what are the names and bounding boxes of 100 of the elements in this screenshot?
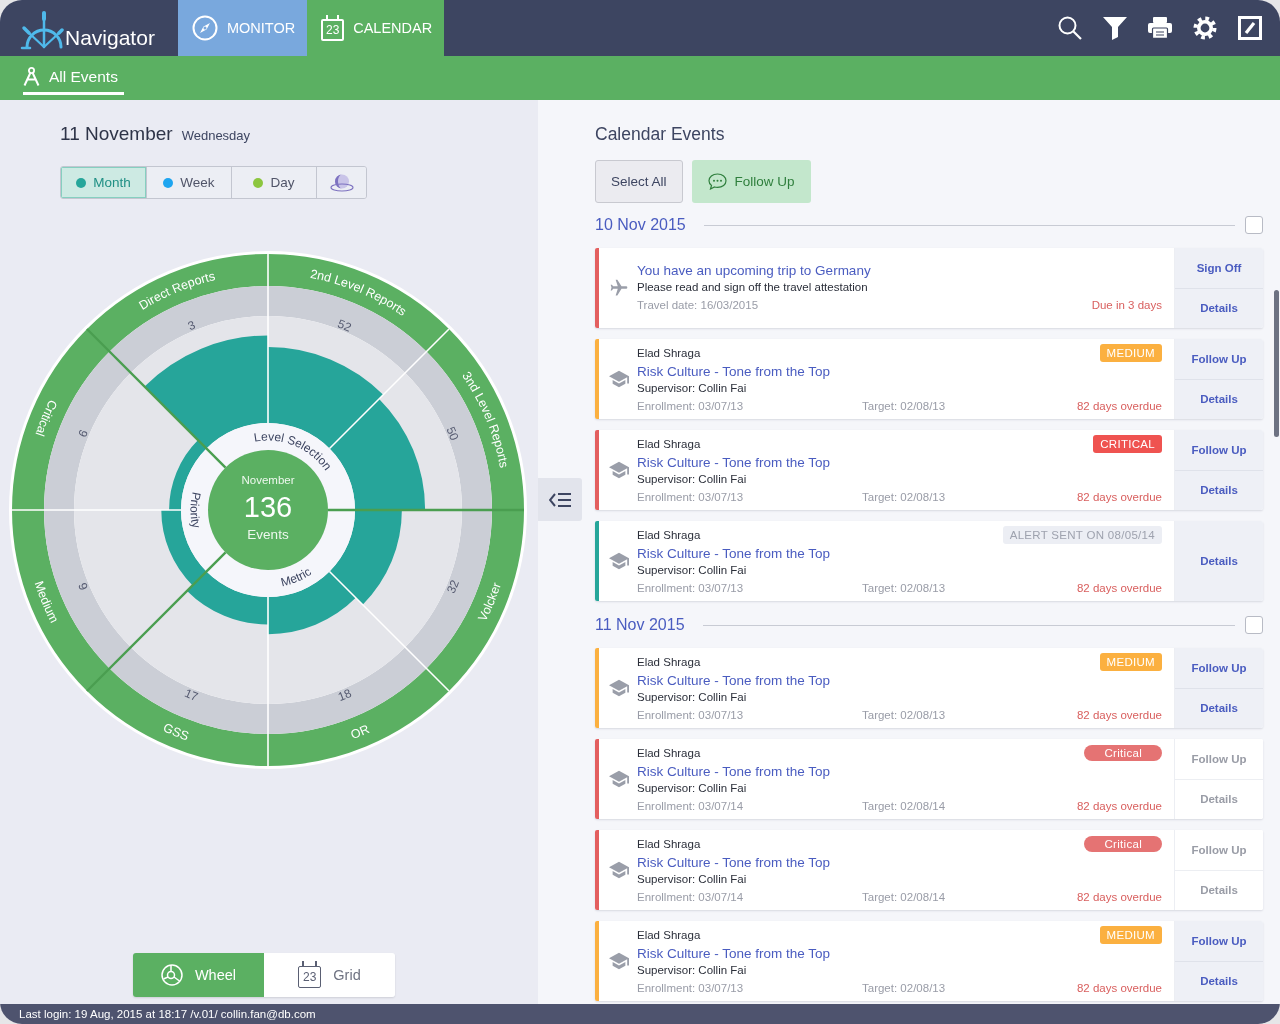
due-status-text: 82 days overdue	[1076, 398, 1162, 414]
airplane-icon	[609, 278, 629, 298]
category-band[interactable]	[87, 254, 268, 352]
day-checkbox[interactable]	[1245, 216, 1263, 234]
count-label: 3	[185, 317, 198, 334]
count-label: 50	[443, 424, 462, 443]
due-status-text: 82 days overdue	[1076, 489, 1162, 505]
category-band[interactable]	[87, 668, 268, 766]
graduation-cap-icon	[609, 679, 629, 697]
display-mode-tab[interactable]: 23 Grid	[264, 953, 395, 997]
due-status-text: 82 days overdue	[1076, 889, 1162, 905]
event-meta-text: Enrollment: 03/07/13	[637, 398, 745, 414]
select-all-button[interactable]: Select All	[595, 160, 683, 203]
day-checkbox[interactable]	[1245, 616, 1263, 634]
event-title-link[interactable]: Risk Culture - Tone from the Top	[637, 453, 831, 471]
event-title-link[interactable]: Risk Culture - Tone from the Top	[637, 544, 831, 562]
priority-badge: CRITICAL	[1093, 435, 1162, 453]
globe-icon	[329, 172, 354, 193]
event-meta-text: Enrollment: 03/07/13	[637, 489, 745, 505]
count-label: 9	[75, 580, 91, 593]
target-date-text: Target: 02/08/13	[862, 399, 946, 412]
event-title-link[interactable]: Risk Culture - Tone from the Top	[637, 362, 831, 380]
person-name: Elad Shraga	[637, 529, 701, 541]
slash-square-icon[interactable]	[1238, 16, 1262, 40]
target-date-text: Target: 02/08/13	[862, 981, 946, 994]
priority-badge: ALERT SENT ON 08/05/14	[1002, 526, 1162, 544]
person-name: Elad Shraga	[637, 929, 701, 941]
event-title-link[interactable]: You have an upcoming trip to Germany	[637, 262, 871, 279]
priority-badge: MEDIUM	[1099, 653, 1162, 671]
view-mode-tab[interactable]: Month	[61, 167, 146, 198]
count-label: 18	[335, 686, 354, 704]
event-subtitle: Supervisor: Collin Fai	[637, 962, 747, 978]
event-subtitle: Supervisor: Collin Fai	[637, 871, 747, 887]
settings-icon[interactable]	[1193, 16, 1217, 40]
category-band[interactable]	[426, 329, 524, 510]
chat-bubble-icon	[707, 173, 727, 190]
event-subtitle: Supervisor: Collin Fai	[637, 780, 747, 796]
person-name: Elad Shraga	[637, 747, 701, 759]
count-label: 17	[182, 686, 201, 704]
app-logo-text: Navigator	[65, 25, 155, 51]
graduation-cap-icon	[609, 952, 629, 970]
display-mode-tab[interactable]: Wheel	[133, 953, 264, 997]
person-name: Elad Shraga	[637, 838, 701, 850]
person-name: Elad Shraga	[637, 438, 701, 450]
date-heading: 11 November	[60, 122, 173, 146]
group-label: Metric	[279, 564, 314, 590]
weekday-label: Wednesday	[181, 127, 251, 145]
due-status-text: 82 days overdue	[1076, 980, 1162, 996]
count-label: 32	[444, 577, 462, 596]
panel-title: Calendar Events	[595, 124, 726, 144]
event-subtitle: Supervisor: Collin Fai	[637, 380, 747, 396]
event-title-link[interactable]: Risk Culture - Tone from the Top	[637, 944, 831, 962]
person-name: Elad Shraga	[637, 347, 701, 359]
person-name: Elad Shraga	[637, 656, 701, 668]
nav-tab[interactable]: 23 CALENDAR	[307, 0, 445, 56]
search-icon[interactable]	[1058, 16, 1082, 40]
event-meta-text: Enrollment: 03/07/13	[637, 707, 745, 723]
category-band[interactable]	[268, 668, 449, 766]
target-date-text: Target: 02/08/13	[862, 581, 946, 594]
filter-icon[interactable]	[1103, 16, 1127, 40]
drafting-compass-icon	[23, 67, 40, 86]
category-band[interactable]	[12, 329, 110, 510]
event-meta-text: Enrollment: 03/07/14	[637, 889, 745, 905]
card-action-button[interactable]: Details	[1175, 469, 1263, 510]
collapse-panel-button[interactable]	[538, 478, 582, 521]
all-events-tab[interactable]: All Events	[23, 67, 124, 95]
event-subtitle: Supervisor: Collin Fai	[637, 689, 747, 705]
category-band[interactable]	[12, 510, 110, 691]
card-action-button[interactable]: Sign Off	[1175, 248, 1263, 288]
graduation-cap-icon	[609, 770, 629, 788]
day-heading: 11 Nov 2015	[595, 616, 685, 634]
due-status-text: 82 days overdue	[1076, 580, 1162, 596]
view-mode-tab[interactable]	[316, 167, 366, 198]
card-action-button[interactable]: Follow Up	[1175, 430, 1263, 470]
card-action-button[interactable]: Details	[1175, 521, 1263, 601]
category-label: GSS	[161, 720, 191, 744]
event-title-link[interactable]: Risk Culture - Tone from the Top	[637, 671, 831, 689]
print-icon[interactable]	[1148, 17, 1172, 39]
card-action-button[interactable]: Follow Up	[1175, 648, 1263, 688]
event-title-link[interactable]: Risk Culture - Tone from the Top	[637, 762, 831, 780]
priority-badge: Critical	[1084, 745, 1162, 761]
category-band[interactable]	[426, 510, 524, 691]
graduation-cap-icon	[609, 861, 629, 879]
card-action-button[interactable]: Follow Up	[1175, 339, 1263, 379]
card-action-button[interactable]: Details	[1175, 287, 1263, 328]
event-title-link[interactable]: Risk Culture - Tone from the Top	[637, 853, 831, 871]
count-label: 52	[335, 316, 354, 335]
collapse-icon	[549, 491, 571, 508]
card-action-button[interactable]: Details	[1175, 960, 1263, 1001]
scrollbar-thumb[interactable]	[1274, 290, 1279, 437]
due-status-text: 82 days overdue	[1076, 707, 1162, 723]
card-action-button[interactable]: Details	[1175, 378, 1263, 419]
event-meta-text: Enrollment: 03/07/14	[637, 798, 745, 814]
event-subtitle: Supervisor: Collin Fai	[637, 562, 747, 578]
day-heading: 10 Nov 2015	[595, 216, 686, 234]
category-band[interactable]	[268, 254, 449, 352]
due-status-text: Due in 3 days	[1091, 298, 1162, 313]
card-action-button[interactable]: Follow Up	[1175, 921, 1263, 961]
graduation-cap-icon	[609, 552, 629, 570]
card-action-button[interactable]: Details	[1175, 687, 1263, 728]
